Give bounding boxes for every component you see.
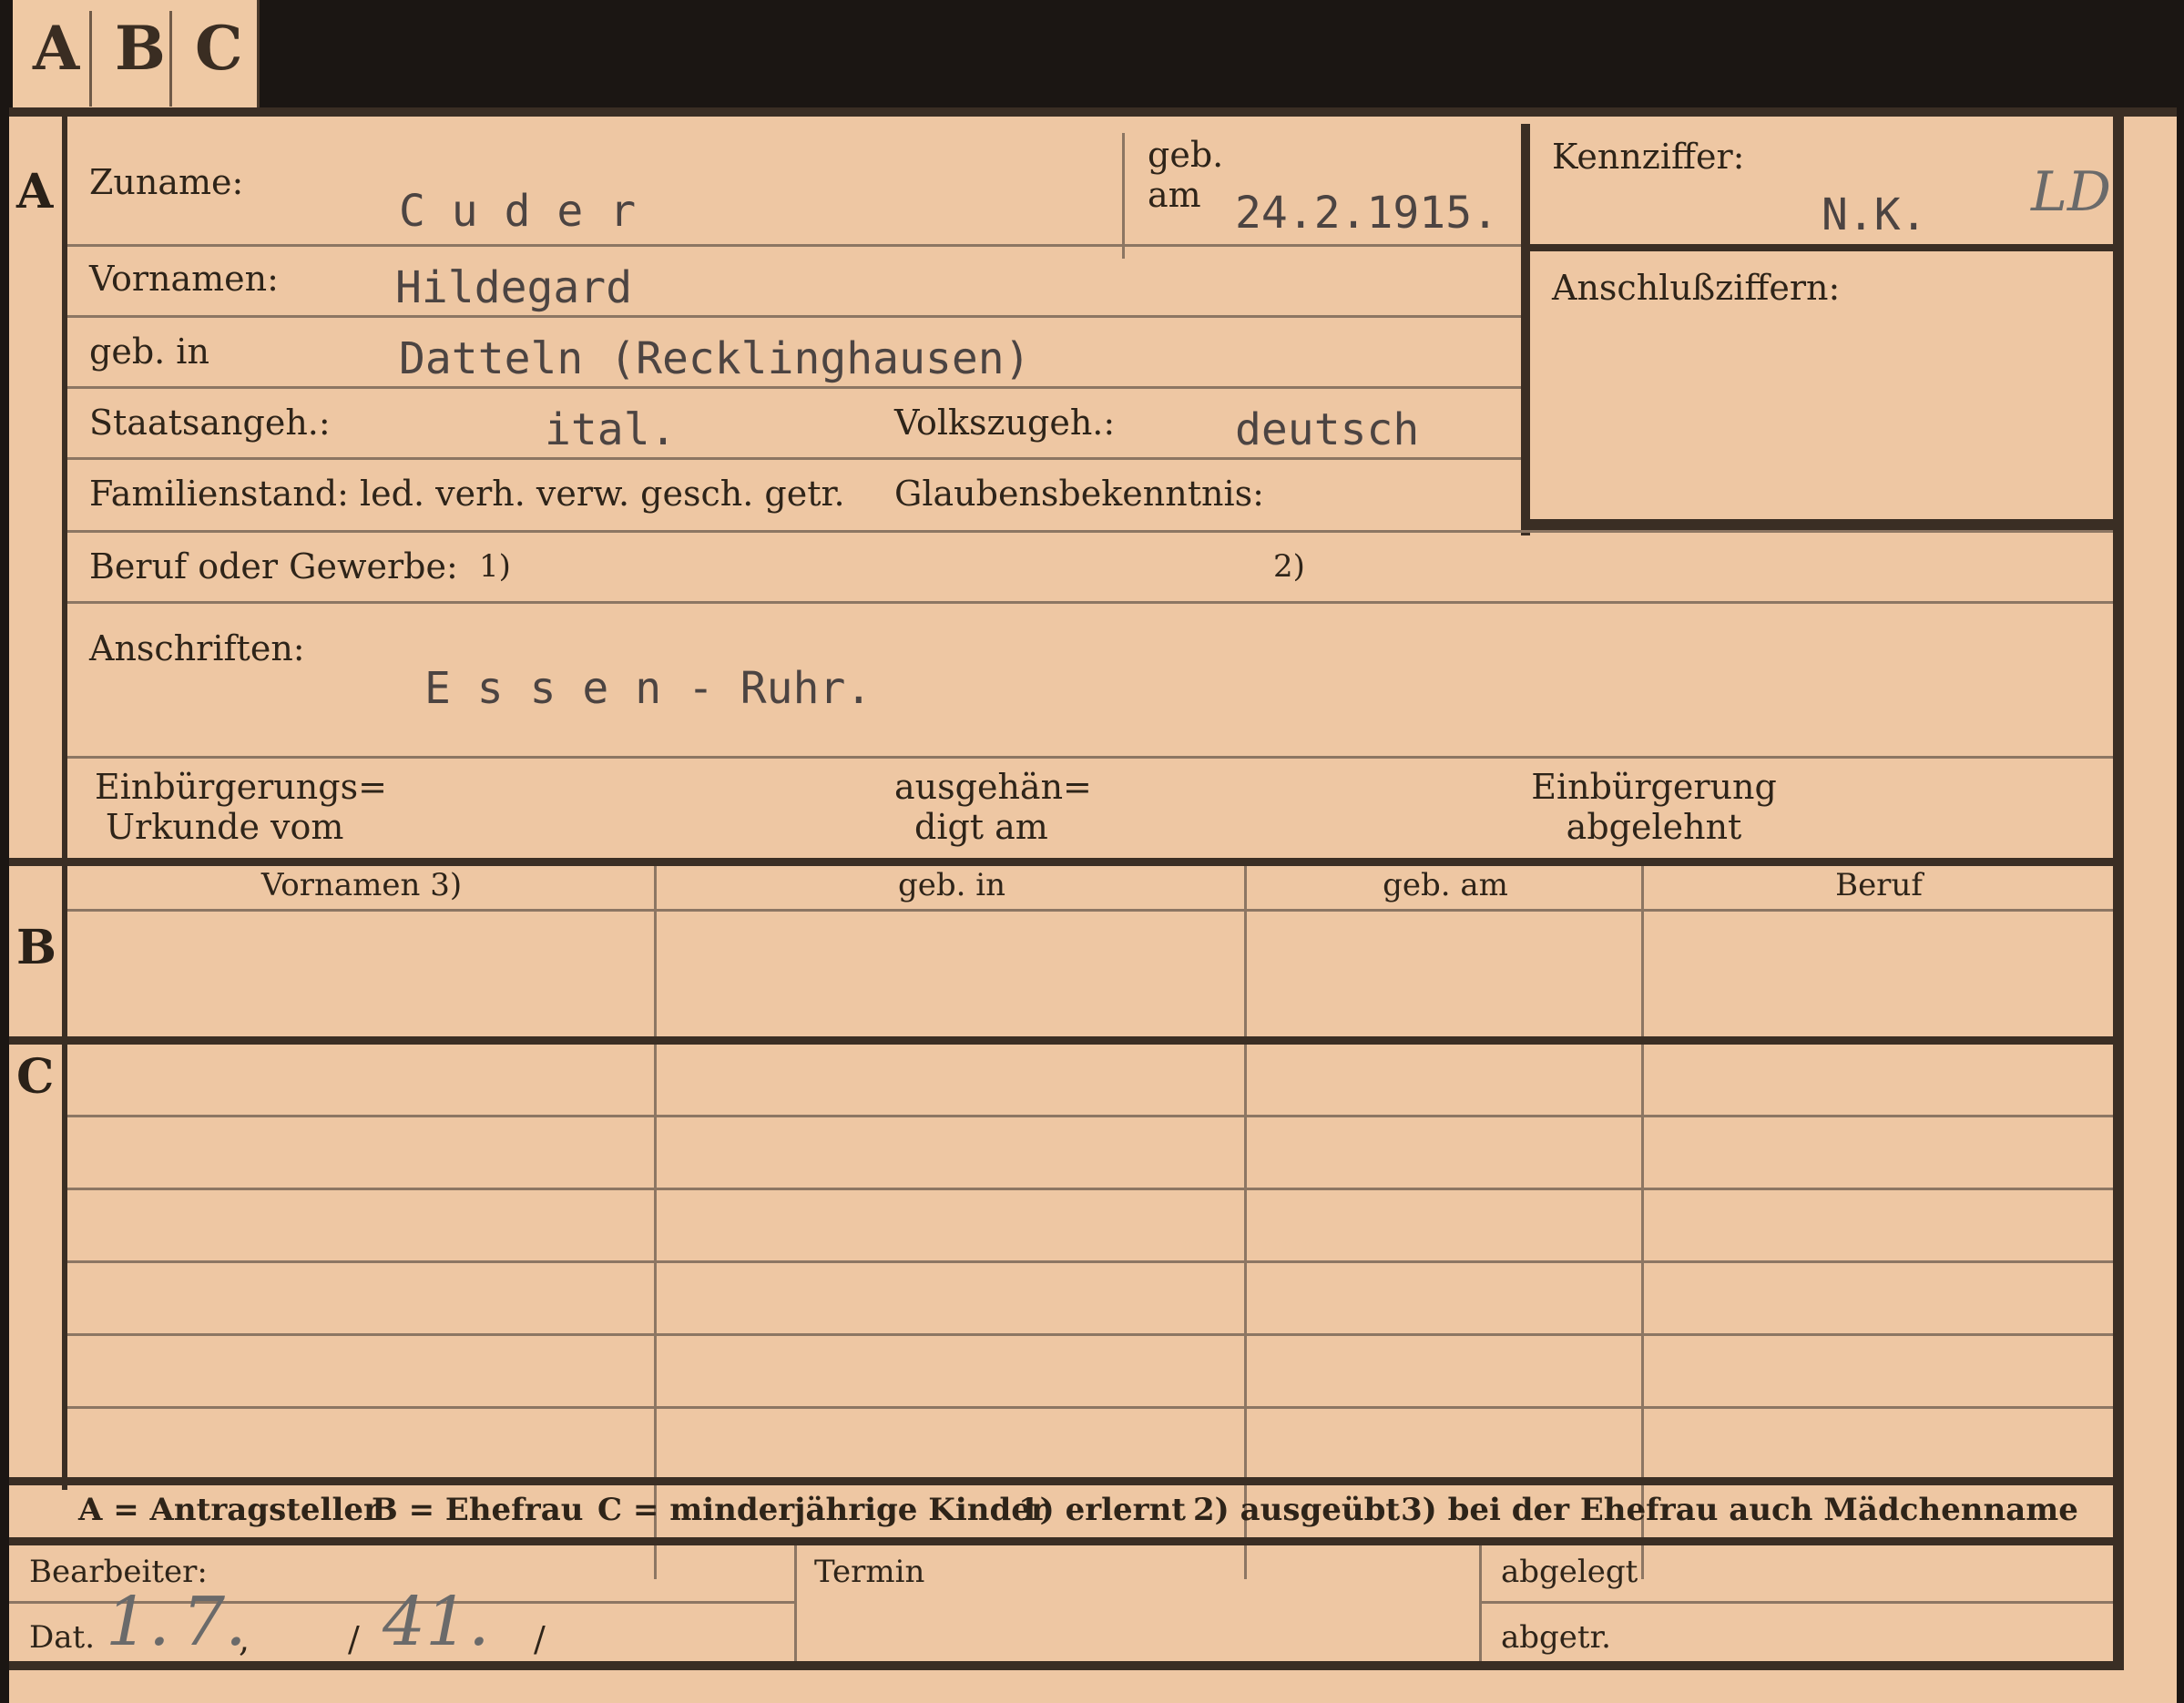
anschriften-label: Anschriften: bbox=[89, 628, 305, 668]
registration-card: A Zuname: C u d e r geb. am 24.2.1915. V… bbox=[9, 107, 2177, 1703]
section-c-marker: C bbox=[16, 1049, 55, 1105]
kennziffer-value: N.K. bbox=[1822, 189, 1927, 240]
tab-a: A bbox=[33, 13, 80, 84]
zuname-label: Zuname: bbox=[89, 162, 244, 202]
dat-separator-2: / bbox=[348, 1619, 360, 1659]
vornamen-label: Vornamen: bbox=[89, 259, 279, 299]
geb-am-value: 24.2.1915. bbox=[1235, 188, 1498, 239]
legend-b: B = Ehefrau bbox=[372, 1492, 584, 1528]
beruf-label: Beruf oder Gewerbe: bbox=[89, 546, 458, 586]
volkszugeh-label: Volkszugeh.: bbox=[894, 403, 1116, 443]
kennziffer-label: Kennziffer: bbox=[1552, 137, 1745, 177]
ausgehaendigt-label-1: ausgehän= bbox=[894, 767, 1092, 807]
dat-separator-1: , bbox=[239, 1619, 250, 1659]
tab-b: B bbox=[115, 13, 166, 84]
abgelegt-label: abgelegt bbox=[1501, 1554, 1638, 1590]
legend-note-3: 3) bei der Ehefrau auch Mädchenname bbox=[1401, 1492, 2078, 1528]
legend-c: C = minderjährige Kinder bbox=[597, 1492, 1047, 1528]
beruf-note-2: 2) bbox=[1273, 548, 1305, 585]
vornamen-value: Hildegard bbox=[395, 262, 633, 313]
column-header-geb-am: geb. am bbox=[1383, 867, 1508, 903]
zuname-value: C u d e r bbox=[399, 186, 637, 237]
index-tabs: A B C bbox=[13, 0, 260, 111]
section-a-marker: A bbox=[16, 164, 54, 219]
familienstand-label: Familienstand: led. verh. verw. gesch. g… bbox=[89, 474, 845, 514]
dat-label: Dat. bbox=[29, 1619, 96, 1656]
einbuergerungsurkunde-label-1: Einbürgerungs= bbox=[95, 767, 387, 807]
legend-note-2: 2) ausgeübt bbox=[1193, 1492, 1401, 1528]
kennziffer-handwritten: LD bbox=[2031, 160, 2111, 224]
geb-am-label-2: am bbox=[1148, 175, 1201, 215]
geb-in-value: Datteln (Recklinghausen) bbox=[399, 333, 1031, 384]
beruf-note-1: 1) bbox=[479, 548, 511, 585]
abgetr-label: abgetr. bbox=[1501, 1619, 1611, 1656]
legend-a: A = Antragsteller bbox=[78, 1492, 380, 1528]
tab-c: C bbox=[195, 13, 243, 84]
dat-month: 7. bbox=[182, 1583, 247, 1661]
geb-am-label-1: geb. bbox=[1148, 135, 1224, 175]
einbuergerung-abgelehnt-label-2: abgelehnt bbox=[1566, 807, 1742, 847]
staatsangeh-value: ital. bbox=[545, 404, 677, 455]
anschlussziffern-label: Anschlußziffern: bbox=[1552, 268, 1841, 308]
volkszugeh-value: deutsch bbox=[1235, 404, 1420, 455]
staatsangeh-label: Staatsangeh.: bbox=[89, 403, 331, 443]
dat-year: 41. bbox=[383, 1583, 490, 1661]
einbuergerung-abgelehnt-label-1: Einbürgerung bbox=[1531, 767, 1777, 807]
dat-separator-3: / bbox=[534, 1619, 546, 1659]
legend-note-1: 1) erlernt bbox=[1018, 1492, 1187, 1528]
dat-day: 1. bbox=[106, 1583, 170, 1661]
column-header-geb-in: geb. in bbox=[897, 867, 1006, 903]
geb-in-label: geb. in bbox=[89, 331, 209, 372]
einbuergerungsurkunde-label-2: Urkunde vom bbox=[106, 807, 344, 847]
glaubensbekenntnis-label: Glaubensbekenntnis: bbox=[894, 474, 1264, 514]
column-header-vornamen: Vornamen 3) bbox=[260, 867, 463, 903]
column-header-beruf: Beruf bbox=[1835, 867, 1923, 903]
anschriften-value: E s s e n - Ruhr. bbox=[424, 663, 873, 714]
section-b-marker: B bbox=[16, 920, 56, 975]
ausgehaendigt-label-2: digt am bbox=[914, 807, 1048, 847]
termin-label: Termin bbox=[814, 1554, 925, 1590]
